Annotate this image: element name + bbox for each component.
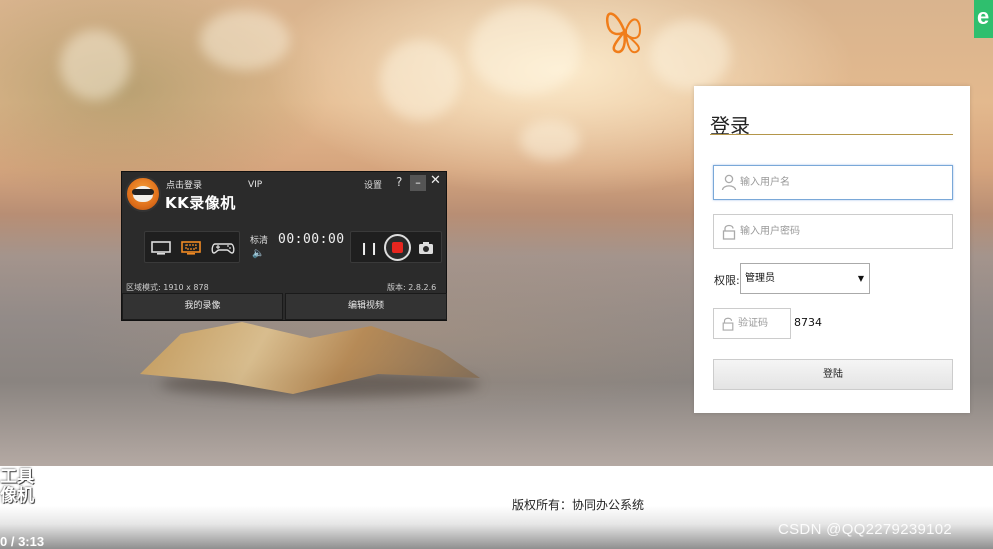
pause-icon[interactable]: ❙❙: [359, 238, 379, 258]
kk-login-link[interactable]: 点击登录: [166, 178, 202, 191]
kk-settings-button[interactable]: 设置: [364, 178, 382, 191]
title-divider: [710, 134, 953, 135]
kk-region-mode: 区域模式: 1910 x 878: [126, 283, 209, 292]
captcha-input[interactable]: [738, 309, 788, 338]
role-select[interactable]: 管理员 ▼: [740, 263, 870, 294]
video-time: 0 / 3:13: [0, 534, 45, 549]
kk-version: 版本: 2.8.2.6: [387, 283, 437, 292]
password-field[interactable]: [713, 214, 953, 249]
region-icon[interactable]: [181, 240, 201, 256]
page-footer: 版权所有：协同办公系统 工具 像机 0 / 3:13 CSDN @QQ22792…: [0, 466, 993, 549]
watermark-line-2: 像机: [0, 486, 34, 506]
kk-minimize-button[interactable]: –: [410, 175, 426, 191]
user-icon: [721, 174, 737, 191]
edit-video-button[interactable]: 编辑视频: [285, 293, 447, 320]
butterfly-logo: [605, 12, 642, 54]
gamepad-icon[interactable]: [211, 240, 235, 256]
kk-control-panel: ❙❙: [350, 231, 442, 263]
role-selected-value: 管理员: [745, 273, 775, 284]
kk-help-button[interactable]: ?: [396, 175, 402, 189]
captcha-code[interactable]: 8734: [794, 316, 822, 329]
kk-timer: 00:00:00: [278, 232, 345, 247]
monitor-icon[interactable]: [151, 240, 171, 256]
raccoon-logo-icon: [125, 176, 161, 212]
login-panel: 登录 权限: 管理员 ▼ 8734 登陆: [694, 86, 970, 413]
lock-icon: [722, 317, 734, 331]
kk-mode-panel: [144, 231, 240, 263]
username-field[interactable]: [713, 165, 953, 200]
kk-close-button[interactable]: ✕: [430, 173, 441, 188]
lock-icon: [722, 224, 736, 240]
captcha-field[interactable]: [713, 308, 791, 339]
dropdown-caret-icon: ▼: [857, 274, 864, 283]
kk-quality-toggle[interactable]: 标清: [250, 233, 268, 246]
csdn-watermark: CSDN @QQ2279239102: [778, 521, 953, 538]
role-label: 权限:: [714, 274, 740, 287]
corner-badge[interactable]: e: [974, 0, 993, 38]
camera-icon[interactable]: [417, 239, 435, 257]
kk-app-title: KK录像机: [165, 194, 236, 212]
login-button[interactable]: 登陆: [713, 359, 953, 390]
record-stop-button[interactable]: [384, 234, 411, 261]
username-input[interactable]: [740, 166, 940, 199]
password-input[interactable]: [740, 215, 940, 248]
speaker-icon[interactable]: 🔈: [252, 248, 264, 259]
copyright-text: 版权所有：协同办公系统: [511, 498, 644, 512]
kk-vip-link[interactable]: VIP: [248, 180, 262, 190]
kk-recorder-window: 点击登录 VIP KK录像机 设置 ? – ✕ 标清 🔈 00:00:00 ❙❙: [121, 171, 447, 321]
watermark-line-1: 工具: [0, 467, 34, 487]
recorder-watermark: 工具 像机: [0, 468, 34, 506]
my-videos-button[interactable]: 我的录像: [122, 293, 283, 320]
